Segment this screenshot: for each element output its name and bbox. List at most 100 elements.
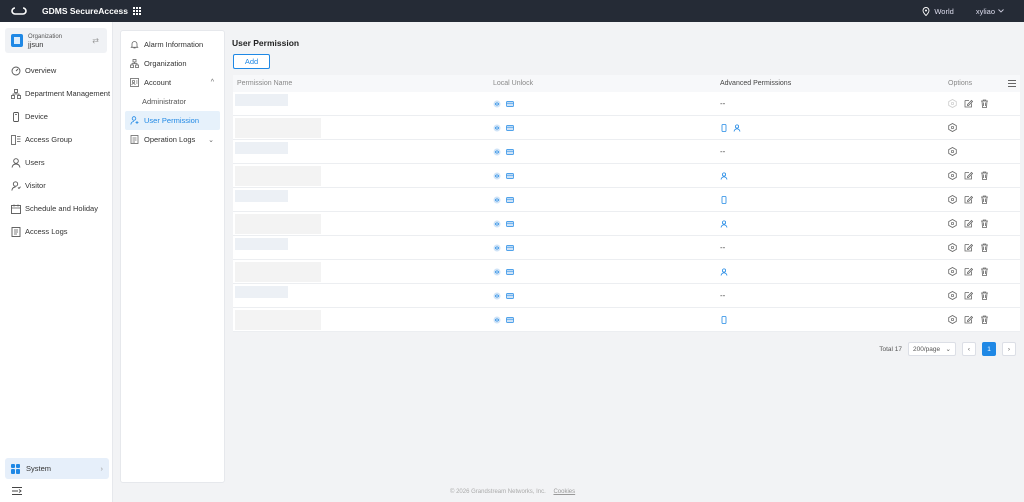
view-details-icon[interactable] (948, 171, 957, 180)
page-size-select[interactable]: 200/page ⌄ (908, 342, 956, 356)
advanced-permissions-cell: -- (720, 147, 948, 156)
card-icon (506, 244, 514, 251)
no-advanced-permission: -- (720, 147, 726, 156)
user-menu[interactable]: xyliao (976, 7, 1004, 16)
log-icon (11, 226, 21, 237)
organization-switcher[interactable]: Organization jjsun ⇄ (5, 28, 107, 53)
table-row[interactable] (233, 164, 1020, 188)
sidebar-item-system[interactable]: System › (5, 458, 109, 479)
delete-icon[interactable] (980, 267, 989, 276)
column-settings-icon[interactable] (1008, 80, 1016, 87)
sidebar-item-schedule-and-holiday[interactable]: Schedule and Holiday (0, 197, 112, 220)
prev-page-button[interactable]: ‹ (962, 342, 976, 356)
card-icon (506, 268, 514, 275)
system-grid-icon (11, 463, 21, 474)
table-row[interactable] (233, 116, 1020, 140)
delete-icon[interactable] (980, 243, 989, 252)
add-button[interactable]: Add (233, 54, 270, 69)
view-details-icon[interactable] (948, 99, 957, 108)
column-header-advanced-permissions: Advanced Permissions (720, 80, 792, 87)
fingerprint-icon (493, 148, 501, 155)
view-details-icon[interactable] (948, 219, 957, 228)
advanced-permissions-cell (720, 267, 948, 276)
table-row[interactable]: -- (233, 284, 1020, 308)
account-icon (130, 78, 139, 87)
view-details-icon[interactable] (948, 195, 957, 204)
card-icon (506, 100, 514, 107)
view-details-icon[interactable] (948, 147, 957, 156)
delete-icon[interactable] (980, 195, 989, 204)
submenu-item-alarm-information[interactable]: Alarm Information (121, 35, 224, 54)
cookies-link[interactable]: Cookies (553, 489, 575, 495)
submenu-item-operation-logs[interactable]: Operation Logs ⌄ (121, 130, 224, 149)
sidebar-item-visitor[interactable]: Visitor (0, 174, 112, 197)
delete-icon[interactable] (980, 219, 989, 228)
advanced-permissions-cell: -- (720, 243, 948, 252)
options-cell (948, 243, 1020, 252)
top-bar: GDMS SecureAccess World xyliao (0, 0, 1024, 22)
submenu-item-account[interactable]: Account ^ (121, 73, 224, 92)
chevron-right-icon: › (100, 464, 104, 473)
edit-icon[interactable] (964, 171, 973, 180)
column-header-local-unlock: Local Unlock (493, 80, 534, 87)
table-row[interactable] (233, 212, 1020, 236)
edit-icon[interactable] (964, 315, 973, 324)
page-button-current[interactable]: 1 (982, 342, 996, 356)
submenu-item-organization[interactable]: Organization (121, 54, 224, 73)
table-row[interactable] (233, 308, 1020, 332)
delete-icon[interactable] (980, 171, 989, 180)
advanced-permissions-cell (720, 315, 948, 324)
column-header-permission-name[interactable]: Permission Name (233, 80, 493, 87)
table-row[interactable]: -- (233, 92, 1020, 116)
region-selector[interactable]: World (922, 7, 954, 16)
card-icon (506, 220, 514, 227)
sidebar-item-overview[interactable]: Overview (0, 59, 112, 82)
sidebar-item-users[interactable]: Users (0, 151, 112, 174)
redacted-name (235, 214, 321, 234)
submenu-label: Alarm Information (144, 40, 204, 49)
fingerprint-icon (493, 292, 501, 299)
table-row[interactable] (233, 188, 1020, 212)
sidebar-item-access-group[interactable]: Access Group (0, 128, 112, 151)
redacted-name (235, 94, 288, 106)
visitor-icon (11, 180, 21, 191)
table-row[interactable]: -- (233, 140, 1020, 164)
table-row[interactable] (233, 260, 1020, 284)
edit-icon[interactable] (964, 99, 973, 108)
submenu-item-administrator[interactable]: Administrator (121, 92, 224, 111)
submenu-label: Account (144, 78, 172, 87)
edit-icon[interactable] (964, 195, 973, 204)
submenu-item-user-permission[interactable]: User Permission (125, 111, 220, 130)
edit-icon[interactable] (964, 219, 973, 228)
app-grid-icon[interactable] (133, 6, 142, 16)
local-unlock-cell (493, 148, 720, 156)
edit-icon[interactable] (964, 291, 973, 300)
delete-icon[interactable] (980, 291, 989, 300)
delete-icon[interactable] (980, 99, 989, 108)
switch-icon[interactable]: ⇄ (92, 36, 99, 45)
redacted-name (235, 190, 288, 202)
edit-icon[interactable] (964, 267, 973, 276)
user-icon (11, 157, 21, 168)
view-details-icon[interactable] (948, 315, 957, 324)
advanced-permissions-cell (720, 123, 948, 132)
delete-icon[interactable] (980, 315, 989, 324)
collapse-sidebar-icon[interactable] (12, 487, 22, 497)
fingerprint-icon (493, 196, 501, 203)
edit-icon[interactable] (964, 243, 973, 252)
view-details-icon[interactable] (948, 243, 957, 252)
org-tree-icon (11, 88, 21, 99)
sidebar-item-access-logs[interactable]: Access Logs (0, 220, 112, 243)
next-page-button[interactable]: › (1002, 342, 1016, 356)
view-details-icon[interactable] (948, 267, 957, 276)
view-details-icon[interactable] (948, 123, 957, 132)
sidebar-item-device[interactable]: Device (0, 105, 112, 128)
permission-name-cell (233, 116, 493, 139)
table-row[interactable]: -- (233, 236, 1020, 260)
chevron-left-icon: ‹ (967, 345, 971, 353)
permission-name-cell (233, 212, 493, 235)
view-details-icon[interactable] (948, 291, 957, 300)
sidebar-item-label: Visitor (25, 181, 46, 190)
username: xyliao (975, 6, 995, 16)
sidebar-item-department-management[interactable]: Department Management (0, 82, 112, 105)
